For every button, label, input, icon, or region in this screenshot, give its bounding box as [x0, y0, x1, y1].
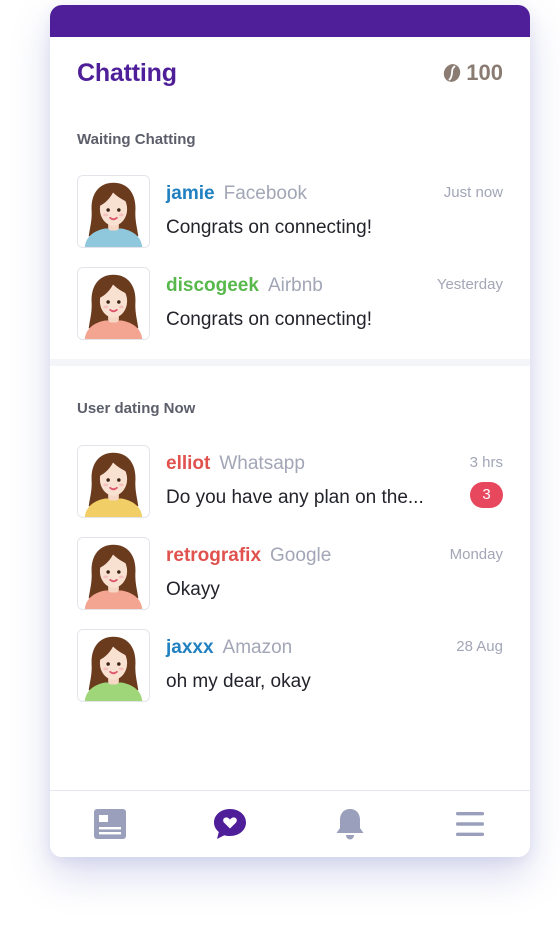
avatar [77, 537, 150, 610]
chat-list-item[interactable]: jamie Facebook Congrats on connecting! Just… [77, 175, 503, 267]
source-app: Facebook [223, 183, 308, 204]
chat-list-item[interactable]: retrografix Google Okayy Monday [77, 537, 503, 629]
chat-list-item[interactable]: jaxxx Amazon oh my dear, okay 28 Aug [77, 629, 503, 721]
username: jamie [166, 183, 215, 204]
menu-icon [456, 812, 484, 836]
chat-content: jaxxx Amazon oh my dear, okay [166, 629, 503, 693]
username: discogeek [166, 275, 259, 296]
avatar-illustration [78, 176, 149, 247]
name-row: elliot Whatsapp [166, 453, 503, 475]
section-divider [50, 359, 530, 366]
name-row: jaxxx Amazon [166, 637, 503, 659]
timestamp: 28 Aug [456, 638, 503, 655]
username: elliot [166, 453, 211, 474]
avatar-illustration [78, 538, 149, 609]
coin-count: 100 [466, 60, 503, 85]
avatar [77, 267, 150, 340]
timestamp: Yesterday [436, 276, 503, 293]
timestamp: Monday [449, 546, 503, 563]
unread-badge: 3 [470, 482, 503, 508]
nav-menu-button[interactable] [440, 794, 500, 854]
message-preview: Do you have any plan on the... [166, 487, 424, 508]
message-preview: oh my dear, okay [166, 671, 311, 692]
status-bar [50, 5, 530, 37]
message-preview: Congrats on connecting! [166, 309, 372, 330]
message-preview: Okayy [166, 579, 220, 600]
source-app: Whatsapp [219, 453, 305, 474]
coin-icon [442, 63, 462, 83]
source-app: Google [270, 545, 332, 566]
waiting-chat-list: jamie Facebook Congrats on connecting! Just… [50, 175, 530, 359]
bottom-nav [50, 790, 530, 857]
page-title: Chatting [77, 58, 177, 87]
avatar-illustration [78, 446, 149, 517]
avatar-illustration [78, 630, 149, 701]
coin-balance[interactable]: 100 [442, 60, 503, 86]
message-preview: Congrats on connecting! [166, 217, 372, 238]
section-title-dating: User dating Now [77, 400, 196, 417]
avatar [77, 629, 150, 702]
chat-content: elliot Whatsapp Do you have any plan on th… [166, 445, 503, 509]
nav-notifications-button[interactable] [320, 794, 380, 854]
chat-list-item[interactable]: discogeek Airbnb Congrats on connecting! Ye… [77, 267, 503, 359]
section-title-waiting: Waiting Chatting [77, 131, 196, 148]
nav-chat-button[interactable] [200, 794, 260, 854]
timestamp: 3 hrs [469, 454, 503, 471]
source-app: Airbnb [267, 275, 323, 296]
username: retrografix [166, 545, 262, 566]
heart-chat-icon [214, 809, 246, 839]
nav-news-button[interactable] [80, 794, 140, 854]
timestamp: Just now [443, 184, 503, 201]
username: jaxxx [166, 637, 214, 658]
avatar [77, 445, 150, 518]
news-icon [94, 809, 126, 839]
source-app: Amazon [222, 637, 293, 658]
dating-chat-list: elliot Whatsapp Do you have any plan on th… [50, 445, 530, 721]
header: Chatting 100 [50, 37, 530, 109]
avatar-illustration [78, 268, 149, 339]
chat-list-item[interactable]: elliot Whatsapp Do you have any plan on th… [77, 445, 503, 537]
bell-icon [336, 809, 364, 840]
app-window: Chatting 100 Waiting Chatting jamie Faceb… [50, 5, 530, 857]
avatar [77, 175, 150, 248]
